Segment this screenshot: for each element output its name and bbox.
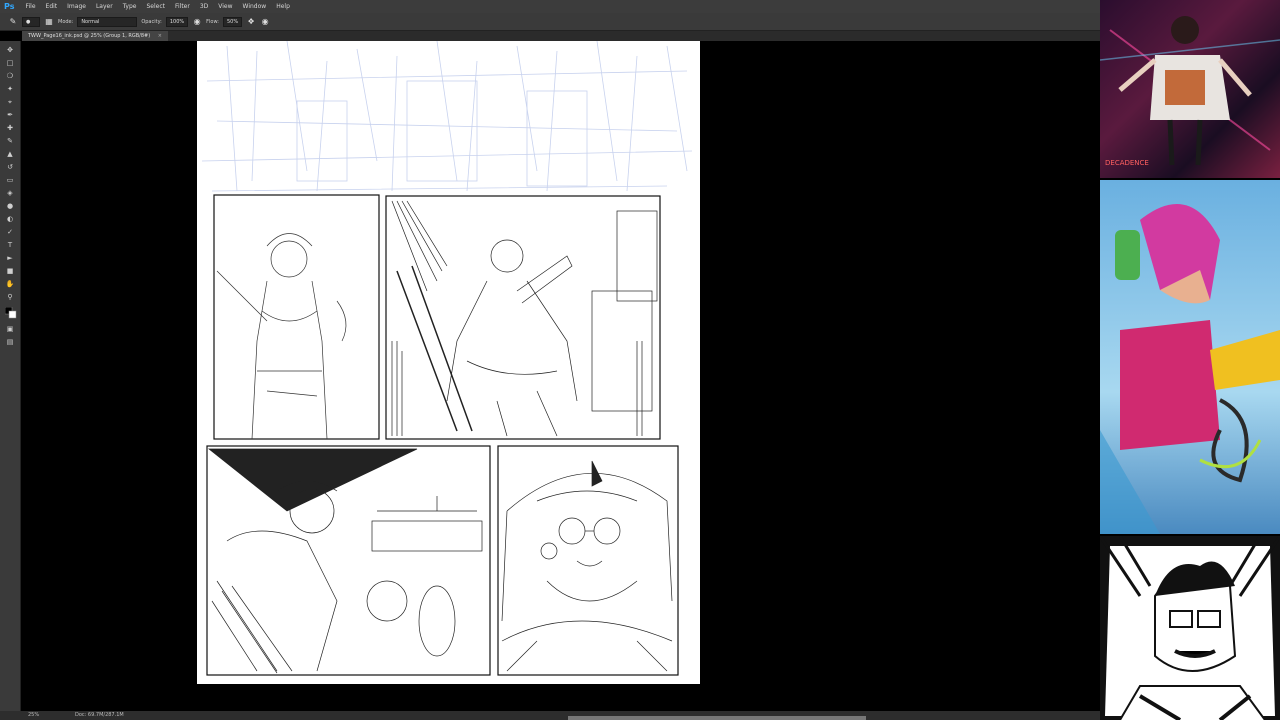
healing-brush-tool-icon[interactable]: ✚ [5,123,15,133]
screen-mode-icon[interactable]: ▤ [5,337,15,347]
panel-1 [213,194,380,440]
menu-window[interactable]: Window [238,3,272,10]
rectangle-tool-icon[interactable]: ■ [5,266,15,276]
airbrush-icon[interactable]: ❖ [246,17,256,27]
crop-tool-icon[interactable]: ⌖ [5,97,15,107]
brush-panel-toggle-icon[interactable]: ▦ [44,17,54,27]
history-brush-tool-icon[interactable]: ↺ [5,162,15,172]
eyedropper-tool-icon[interactable]: ✒ [5,110,15,120]
lasso-tool-icon[interactable]: ❍ [5,71,15,81]
brush-tool-icon[interactable]: ✎ [5,136,15,146]
opacity-input[interactable]: 100% [165,16,189,27]
dodge-tool-icon[interactable]: ◐ [5,214,15,224]
comic-page-canvas[interactable] [197,40,700,684]
opacity-label: Opacity: [141,18,162,25]
mode-select[interactable]: Normal [77,16,138,27]
menu-select[interactable]: Select [141,3,170,10]
marquee-tool-icon[interactable]: □ [5,58,15,68]
document-info: Doc: 69.7M/287.1M [75,712,124,718]
menu-type[interactable]: Type [118,3,142,10]
panel-2 [385,195,661,440]
reference-image-middle [1100,180,1280,534]
document-tab[interactable]: TWW_Page16_ink.psd @ 25% (Group 1, RGB/8… [22,31,168,41]
close-tab-icon[interactable]: × [158,33,162,39]
hand-tool-icon[interactable]: ✋ [5,279,15,289]
comic-page-artwork [201,40,693,676]
menu-edit[interactable]: Edit [41,3,63,10]
blue-pencil-sketch [201,40,693,192]
menu-help[interactable]: Help [271,3,295,10]
webcam-avatar-panel [1100,536,1280,720]
quick-mask-icon[interactable]: ▣ [5,324,15,334]
clone-stamp-tool-icon[interactable]: ▲ [5,149,15,159]
mode-label: Mode: [58,18,74,25]
photoshop-logo-icon: Ps [4,2,15,11]
type-tool-icon[interactable]: T [5,240,15,250]
options-bar: ✎ ● ▦ Mode: Normal Opacity: 100% ◉ Flow:… [0,13,1100,31]
flow-input[interactable]: 50% [223,16,243,27]
menu-file[interactable]: File [20,3,40,10]
move-tool-icon[interactable]: ✥ [5,45,15,55]
cartoon-avatar [1100,536,1280,720]
menu-filter[interactable]: Filter [170,3,195,10]
zoom-level[interactable]: 25% [28,712,39,718]
panel-4 [497,445,679,676]
eraser-tool-icon[interactable]: ▭ [5,175,15,185]
brush-tool-icon[interactable]: ✎ [8,17,18,27]
horizontal-scrollbar[interactable] [568,716,866,720]
pressure-size-icon[interactable]: ◉ [260,17,270,27]
color-swatches-icon[interactable] [4,306,17,319]
quick-select-tool-icon[interactable]: ✦ [5,84,15,94]
document-tab-bar: TWW_Page16_ink.psd @ 25% (Group 1, RGB/8… [22,31,1100,41]
path-selection-tool-icon[interactable]: ► [5,253,15,263]
menu-bar: Ps File Edit Image Layer Type Select Fil… [0,0,1100,13]
brush-preset-picker[interactable]: ● [22,16,40,27]
tools-panel: ✥ □ ❍ ✦ ⌖ ✒ ✚ ✎ ▲ ↺ ▭ ◈ ● ◐ ✓ T ► ■ ✋ ⚲ … [0,41,21,711]
reference-illustration-character [1100,204,1280,534]
reference-image-top: DECADENCE [1100,0,1280,178]
reference-photo-fashion: DECADENCE [1100,16,1280,167]
zoom-tool-icon[interactable]: ⚲ [5,292,15,302]
pressure-opacity-icon[interactable]: ◉ [192,17,202,27]
paint-bucket-tool-icon[interactable]: ◈ [5,188,15,198]
menu-view[interactable]: View [213,3,237,10]
blur-tool-icon[interactable]: ● [5,201,15,211]
flow-label: Flow: [206,18,219,25]
poster-caption: DECADENCE [1105,159,1149,167]
menu-3d[interactable]: 3D [195,3,213,10]
status-bar: 25% Doc: 69.7M/287.1M [0,711,1100,720]
document-tab-title: TWW_Page16_ink.psd @ 25% (Group 1, RGB/8… [28,33,151,39]
menu-layer[interactable]: Layer [91,3,118,10]
menu-image[interactable]: Image [62,3,91,10]
pen-tool-icon[interactable]: ✓ [5,227,15,237]
